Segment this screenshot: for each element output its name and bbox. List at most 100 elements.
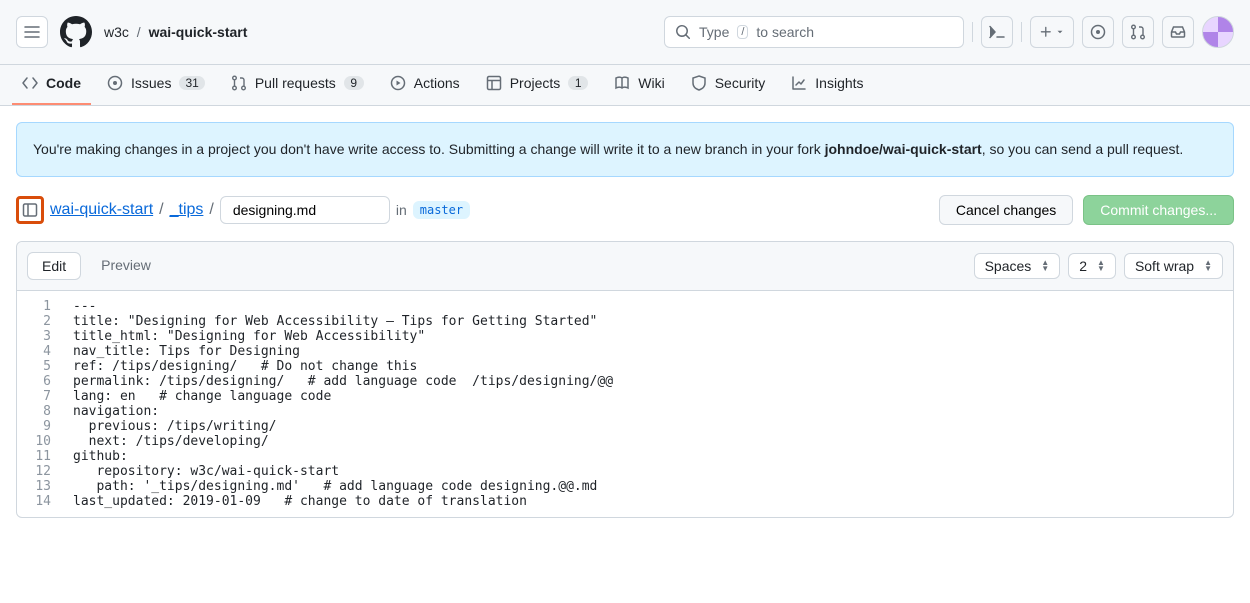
indent-value: Spaces: [985, 258, 1032, 274]
line-number: 8: [17, 404, 73, 419]
line-number: 5: [17, 359, 73, 374]
chart-icon: [791, 75, 807, 91]
tab-security-label: Security: [715, 75, 766, 91]
owner-link[interactable]: w3c: [104, 24, 129, 40]
code-line[interactable]: 10 next: /tips/developing/: [17, 434, 1233, 449]
line-number: 13: [17, 479, 73, 494]
create-new-button[interactable]: [1030, 16, 1074, 48]
tab-insights[interactable]: Insights: [781, 65, 873, 105]
line-number: 1: [17, 299, 73, 314]
commit-button[interactable]: Commit changes...: [1083, 195, 1234, 225]
tab-preview[interactable]: Preview: [87, 252, 165, 280]
path-sep: /: [209, 201, 213, 219]
code-line[interactable]: 7lang: en # change language code: [17, 389, 1233, 404]
search-suffix: to search: [756, 24, 814, 40]
github-logo[interactable]: [60, 16, 92, 48]
updown-icon: ▲▼: [1204, 260, 1212, 272]
tab-issues-label: Issues: [131, 75, 171, 91]
projects-count: 1: [568, 76, 588, 90]
divider: [1021, 22, 1022, 42]
code-line[interactable]: 5ref: /tips/designing/ # Do not change t…: [17, 359, 1233, 374]
prs-count: 9: [344, 76, 364, 90]
line-number: 2: [17, 314, 73, 329]
caret-down-icon: [1055, 27, 1065, 37]
breadcrumb-sep: /: [137, 24, 141, 40]
tab-issues[interactable]: Issues 31: [97, 65, 215, 105]
alert-fork: johndoe/wai-quick-start: [825, 141, 982, 157]
pull-requests-button[interactable]: [1122, 16, 1154, 48]
search-prefix: Type: [699, 24, 729, 40]
issues-button[interactable]: [1082, 16, 1114, 48]
code-line[interactable]: 1---: [17, 299, 1233, 314]
alert-before: You're making changes in a project you d…: [33, 141, 825, 157]
code-line[interactable]: 14last_updated: 2019-01-09 # change to d…: [17, 494, 1233, 509]
code-line[interactable]: 6permalink: /tips/designing/ # add langu…: [17, 374, 1233, 389]
terminal-icon: [989, 24, 1005, 40]
tab-wiki-label: Wiki: [638, 75, 664, 91]
line-text: nav_title: Tips for Designing: [73, 344, 300, 359]
code-line[interactable]: 8navigation:: [17, 404, 1233, 419]
line-number: 11: [17, 449, 73, 464]
play-icon: [390, 75, 406, 91]
line-text: lang: en # change language code: [73, 389, 331, 404]
tab-projects[interactable]: Projects 1: [476, 65, 599, 105]
line-text: ref: /tips/designing/ # Do not change th…: [73, 359, 417, 374]
search-box[interactable]: Type / to search: [664, 16, 964, 48]
filename-input[interactable]: [220, 196, 390, 224]
wrap-select[interactable]: Soft wrap ▲▼: [1124, 253, 1223, 279]
github-logo-icon: [60, 16, 92, 48]
code-line[interactable]: 13 path: '_tips/designing.md' # add lang…: [17, 479, 1233, 494]
line-text: last_updated: 2019-01-09 # change to dat…: [73, 494, 527, 509]
tab-edit[interactable]: Edit: [27, 252, 81, 280]
line-text: title: "Designing for Web Accessibility …: [73, 314, 597, 329]
hamburger-icon: [24, 24, 40, 40]
tab-wiki[interactable]: Wiki: [604, 65, 674, 105]
command-palette-button[interactable]: [981, 16, 1013, 48]
pr-icon: [231, 75, 247, 91]
code-editor[interactable]: 1---2title: "Designing for Web Accessibi…: [17, 291, 1233, 517]
tab-code[interactable]: Code: [12, 65, 91, 105]
tab-prs-label: Pull requests: [255, 75, 336, 91]
branch-tag: master: [413, 201, 470, 219]
tab-prs[interactable]: Pull requests 9: [221, 65, 374, 105]
code-line[interactable]: 11github:: [17, 449, 1233, 464]
line-text: repository: w3c/wai-quick-start: [73, 464, 339, 479]
code-line[interactable]: 12 repository: w3c/wai-quick-start: [17, 464, 1233, 479]
indent-size-select[interactable]: 2 ▲▼: [1068, 253, 1116, 279]
issue-icon: [107, 75, 123, 91]
code-line[interactable]: 2title: "Designing for Web Accessibility…: [17, 314, 1233, 329]
sidebar-icon: [22, 202, 38, 218]
book-icon: [614, 75, 630, 91]
line-number: 7: [17, 389, 73, 404]
line-number: 3: [17, 329, 73, 344]
tab-security[interactable]: Security: [681, 65, 776, 105]
path-sep: /: [159, 201, 163, 219]
path-repo-link[interactable]: wai-quick-start: [50, 201, 153, 219]
tab-actions[interactable]: Actions: [380, 65, 470, 105]
hamburger-menu[interactable]: [16, 16, 48, 48]
line-text: previous: /tips/writing/: [73, 419, 277, 434]
indent-select[interactable]: Spaces ▲▼: [974, 253, 1061, 279]
line-number: 4: [17, 344, 73, 359]
plus-icon: [1039, 25, 1053, 39]
line-text: github:: [73, 449, 128, 464]
line-number: 9: [17, 419, 73, 434]
user-avatar[interactable]: [1202, 16, 1234, 48]
code-line[interactable]: 4nav_title: Tips for Designing: [17, 344, 1233, 359]
path-folder-link[interactable]: _tips: [170, 201, 204, 219]
files-tree-toggle[interactable]: [16, 196, 44, 224]
in-text: in: [396, 202, 407, 218]
code-icon: [22, 75, 38, 91]
tab-code-label: Code: [46, 75, 81, 91]
inbox-icon: [1170, 24, 1186, 40]
cancel-button[interactable]: Cancel changes: [939, 195, 1073, 225]
shield-icon: [691, 75, 707, 91]
line-text: next: /tips/developing/: [73, 434, 269, 449]
code-line[interactable]: 9 previous: /tips/writing/: [17, 419, 1233, 434]
tab-projects-label: Projects: [510, 75, 561, 91]
line-text: permalink: /tips/designing/ # add langua…: [73, 374, 613, 389]
code-line[interactable]: 3title_html: "Designing for Web Accessib…: [17, 329, 1233, 344]
notifications-button[interactable]: [1162, 16, 1194, 48]
repo-link[interactable]: wai-quick-start: [149, 24, 248, 40]
search-icon: [675, 24, 691, 40]
